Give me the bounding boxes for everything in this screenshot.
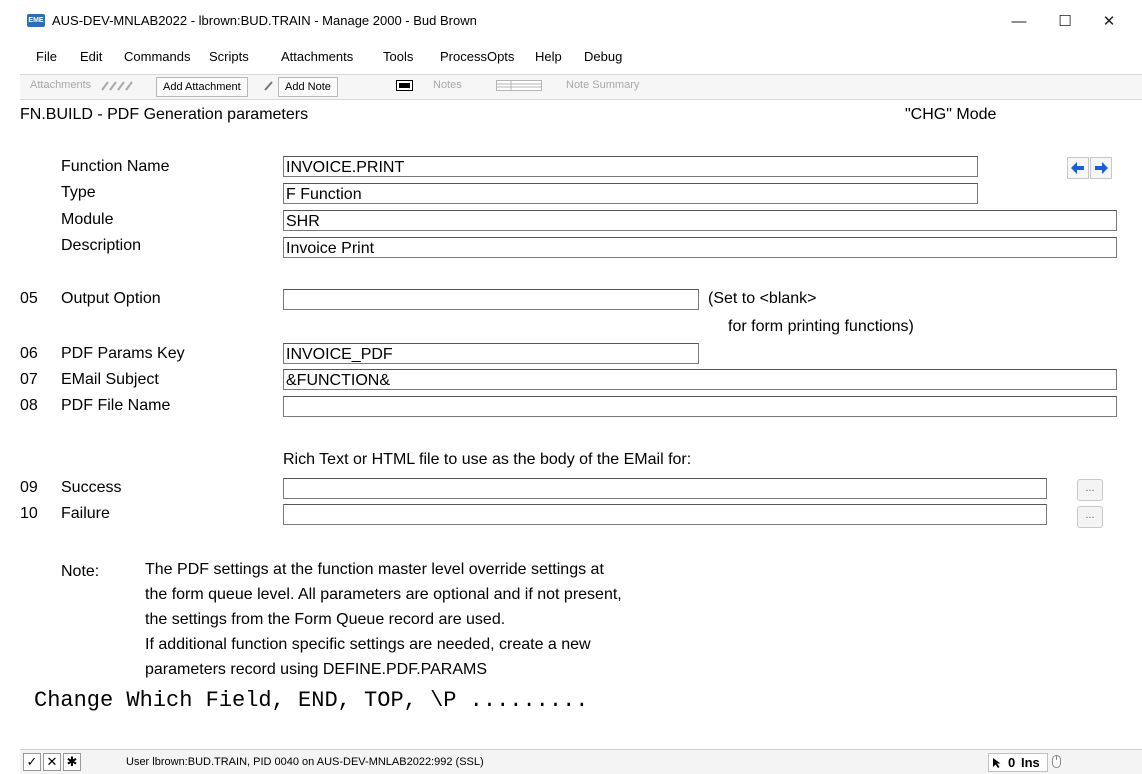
menu-edit[interactable]: Edit — [80, 49, 102, 64]
minimize-button[interactable]: — — [996, 8, 1042, 36]
note-line: The PDF settings at the function master … — [145, 561, 604, 578]
arrow-right-icon[interactable] — [1090, 157, 1112, 179]
type-field[interactable]: F Function — [283, 183, 978, 204]
paperclip-icon — [264, 81, 273, 91]
field-number: 07 — [20, 371, 38, 388]
add-attachment-button[interactable]: Add Attachment — [156, 77, 248, 97]
maximize-button[interactable]: ☐ — [1042, 8, 1088, 36]
description-label: Description — [61, 237, 142, 254]
browse-failure-button[interactable]: ... — [1077, 506, 1103, 528]
output-option-label: Output Option — [61, 290, 161, 307]
menu-processopts[interactable]: ProcessOpts — [440, 49, 514, 64]
field-number: 05 — [20, 290, 38, 307]
menu-scripts[interactable]: Scripts — [209, 49, 249, 64]
accept-button[interactable]: ✓ — [23, 753, 41, 771]
output-option-hint: for form printing functions) — [728, 318, 914, 335]
title-bar: EME AUS-DEV-MNLAB2022 - lbrown:BUD.TRAIN… — [0, 0, 1142, 42]
command-prompt[interactable]: Change Which Field, END, TOP, \P .......… — [34, 688, 589, 713]
attachments-button[interactable]: Attachments — [30, 79, 91, 91]
note-line: the settings from the Form Queue record … — [145, 611, 506, 628]
email-subject-label: EMail Subject — [61, 371, 159, 388]
paperclip-icon — [101, 81, 133, 91]
note-line: If additional function specific settings… — [145, 636, 591, 653]
field-number: 09 — [20, 479, 38, 496]
email-subject-field[interactable]: &FUNCTION& — [283, 369, 1117, 390]
close-button[interactable]: ✕ — [1086, 8, 1132, 36]
cursor-icon — [993, 758, 1001, 768]
note-line: the form queue level. All parameters are… — [145, 586, 622, 603]
output-option-field[interactable] — [283, 289, 699, 310]
note-line: parameters record using DEFINE.PDF.PARAM… — [145, 661, 488, 678]
browse-success-button[interactable]: ... — [1077, 479, 1103, 501]
field-number: 08 — [20, 397, 38, 414]
function-name-label: Function Name — [61, 158, 170, 175]
menu-tools[interactable]: Tools — [383, 49, 413, 64]
menu-commands[interactable]: Commands — [124, 49, 190, 64]
failure-file-field[interactable] — [283, 504, 1047, 525]
output-option-hint: (Set to <blank> — [708, 290, 817, 307]
pdf-file-name-field[interactable] — [283, 396, 1117, 417]
application-window: EME AUS-DEV-MNLAB2022 - lbrown:BUD.TRAIN… — [0, 0, 1142, 774]
field-number: 06 — [20, 345, 38, 362]
function-name-field[interactable]: INVOICE.PRINT — [283, 156, 978, 177]
success-file-field[interactable] — [283, 478, 1047, 499]
field-number: 10 — [20, 505, 38, 522]
pdf-params-key-field[interactable]: INVOICE_PDF — [283, 343, 699, 364]
pdf-file-name-label: PDF File Name — [61, 397, 171, 414]
menu-debug[interactable]: Debug — [584, 49, 622, 64]
module-field[interactable]: SHR — [283, 210, 1117, 231]
success-label: Success — [61, 479, 122, 496]
add-note-button[interactable]: Add Note — [278, 77, 338, 97]
menu-help[interactable]: Help — [535, 49, 562, 64]
status-count: 0 — [1008, 755, 1016, 770]
main-screen: FN.BUILD - PDF Generation parameters "CH… — [20, 100, 1142, 740]
note-summary-button[interactable]: Note Summary — [566, 79, 639, 91]
cancel-button[interactable]: ✕ — [43, 753, 61, 771]
note-icon — [396, 80, 413, 91]
menu-bar: File Edit Commands Scripts Attachments T… — [20, 44, 1142, 70]
note-label: Note: — [61, 563, 100, 580]
status-text: User lbrown:BUD.TRAIN, PID 0040 on AUS-D… — [126, 756, 484, 768]
mode-indicator: "CHG" Mode — [905, 106, 997, 123]
pdf-params-key-label: PDF Params Key — [61, 345, 185, 362]
star-button[interactable]: ✱ — [63, 753, 81, 771]
arrow-left-icon[interactable] — [1067, 157, 1089, 179]
description-field[interactable]: Invoice Print — [283, 237, 1117, 258]
status-bar: ✓ ✕ ✱ User lbrown:BUD.TRAIN, PID 0040 on… — [20, 749, 1142, 774]
menu-file[interactable]: File — [36, 49, 57, 64]
rich-text-label: Rich Text or HTML file to use as the bod… — [283, 451, 692, 468]
module-label: Module — [61, 211, 114, 228]
failure-label: Failure — [61, 505, 110, 522]
type-label: Type — [61, 184, 96, 201]
notes-button[interactable]: Notes — [433, 79, 462, 91]
status-indicator: 0 Ins — [988, 753, 1048, 772]
insert-mode: Ins — [1021, 755, 1040, 770]
menu-attachments[interactable]: Attachments — [281, 49, 353, 64]
app-icon[interactable]: EME — [27, 14, 45, 27]
page-title: FN.BUILD - PDF Generation parameters — [20, 106, 309, 123]
window-title: AUS-DEV-MNLAB2022 - lbrown:BUD.TRAIN - M… — [52, 13, 477, 28]
notes-icon — [496, 80, 542, 91]
toolbar: Attachments Add Attachment Add Note Note… — [20, 74, 1142, 100]
mouse-icon — [1052, 755, 1061, 768]
